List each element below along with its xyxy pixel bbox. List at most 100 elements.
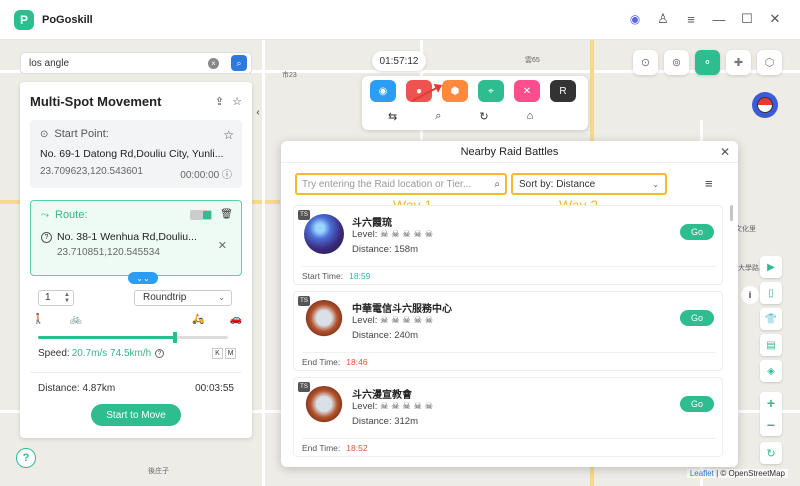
speed-slider-handle[interactable]	[172, 332, 177, 343]
hexagon-icon[interactable]: ⬡	[757, 50, 782, 75]
joystick-icon[interactable]: ✚	[726, 50, 751, 75]
start-to-move-button[interactable]: Start to Move	[91, 404, 181, 426]
unit-k[interactable]: K	[212, 348, 223, 359]
close-icon[interactable]: ✕	[768, 11, 782, 26]
route-mode-icon[interactable]: ⌖	[478, 80, 504, 102]
trash-icon[interactable]: 🗑	[220, 209, 233, 220]
location-pin-icon[interactable]: ⊙	[633, 50, 658, 75]
raid-level: Level: ☠ ☠ ☠ ☠ ☠	[352, 315, 434, 326]
recent-mode-icon[interactable]: R	[550, 80, 576, 102]
zoom-controls: + −	[760, 392, 782, 436]
scooter-icon[interactable]: 🛵	[192, 314, 204, 325]
route-address: No. 38-1 Wenhua Rd,Douliu...	[57, 231, 197, 243]
maximize-icon[interactable]: ☐	[740, 11, 754, 26]
panel-tools: ⇪ ☆	[215, 95, 242, 108]
loop-count-stepper[interactable]: 1 ▲ ▼	[38, 290, 74, 306]
start-address: No. 69-1 Datong Rd,Douliu City, Yunli...	[40, 148, 224, 160]
menu-icon[interactable]: ≡	[684, 12, 698, 27]
walk-icon[interactable]: 🚶	[32, 314, 44, 325]
go-button[interactable]: Go	[680, 396, 714, 412]
speed-readout: Speed: 20.7m/s 74.5km/h ?	[38, 348, 238, 359]
car-icon[interactable]: 🚗	[230, 314, 242, 325]
favorite-icon[interactable]: ☆	[232, 95, 242, 108]
route-card[interactable]: ⤳ Route: 🗑 ? No. 38-1 Wenhua Rd,Douliu..…	[30, 200, 242, 276]
start-time: 00:00:00 ⓘ	[180, 170, 232, 181]
shirt-icon[interactable]: 👕	[760, 308, 782, 330]
sort-select[interactable]: Sort by: Distance ⌄	[511, 173, 667, 195]
raid-list-scrollbar[interactable]	[730, 205, 733, 221]
raid-name: 中華電信斗六服務中心	[352, 304, 452, 315]
ts-badge: TS	[298, 210, 310, 220]
map-label: 後庄子	[148, 468, 169, 475]
distance-row: Distance: 4.87km 00:03:55	[30, 372, 242, 404]
chevron-down-icon: ⌄	[218, 293, 225, 302]
clear-icon[interactable]: ×	[208, 57, 219, 69]
distance-label: Distance: 4.87km	[38, 383, 116, 394]
minimize-icon[interactable]: —	[712, 12, 726, 27]
refresh-icon[interactable]: ↻	[479, 110, 488, 123]
collapse-panel-icon[interactable]: ‹	[253, 104, 263, 120]
leaflet-link[interactable]: Leaflet	[690, 469, 714, 478]
search-raid-icon[interactable]: ⌕	[435, 110, 441, 123]
start-point-card[interactable]: ⊙ Start Point: ☆ No. 69-1 Datong Rd,Doul…	[30, 120, 242, 188]
window-controls: ◉ ♙ ≡ — ☐ ✕	[628, 11, 782, 27]
cooldown-timer: 01:57:12	[372, 51, 426, 71]
sort-order-icon[interactable]: ≡	[705, 176, 713, 191]
star-icon[interactable]: ☆	[223, 128, 234, 142]
side-tools: ▶ ▯ 👕 ▤ ◈	[760, 256, 782, 382]
raid-distance: Distance: 240m	[352, 330, 419, 341]
search-button[interactable]: ⌕	[231, 55, 247, 71]
ts-badge: TS	[298, 382, 310, 392]
play-icon[interactable]: ▶	[760, 256, 782, 278]
info-button[interactable]: i	[741, 286, 759, 304]
map-label: 雲65	[525, 57, 540, 64]
route-icon: ⤳	[41, 209, 49, 221]
magnifier-icon[interactable]: ⌕	[494, 179, 500, 190]
speed-slider[interactable]	[38, 332, 228, 343]
multi-route-icon[interactable]: ⚬	[695, 50, 720, 75]
dialog-close-icon[interactable]: ✕	[720, 145, 730, 159]
pokeball-icon[interactable]	[752, 92, 778, 118]
raid-search: ⌕	[295, 173, 507, 195]
osm-credit: | © OpenStreetMap	[716, 469, 785, 478]
joystick-mode-icon[interactable]: ✕	[514, 80, 540, 102]
share-icon[interactable]: ⇪	[215, 95, 224, 108]
unit-m[interactable]: M	[225, 348, 236, 359]
user-icon[interactable]: ♙	[656, 11, 670, 26]
shuffle-icon[interactable]: ⇆	[388, 110, 397, 123]
discord-icon[interactable]: ◉	[628, 12, 642, 26]
zoom-out-button[interactable]: −	[760, 414, 782, 436]
multi-spot-icon[interactable]: ⊚	[664, 50, 689, 75]
raid-egg-image	[304, 214, 344, 254]
route-toggle[interactable]	[190, 209, 213, 220]
phone-icon[interactable]: ▯	[760, 282, 782, 304]
raid-pokemon-image	[304, 300, 344, 340]
go-button[interactable]: Go	[680, 310, 714, 326]
raid-search-input[interactable]	[302, 178, 482, 190]
help-button[interactable]: ?	[16, 448, 36, 468]
raid-level: Level: ☠ ☠ ☠ ☠ ☠	[352, 401, 434, 412]
raid-list: TS 斗六霞琉 Level: ☠ ☠ ☠ ☠ ☠ Distance: 158m …	[293, 201, 723, 465]
expand-chevron-icon[interactable]: ⌄⌄	[128, 272, 158, 284]
mode-toolbar: ◉ ● ⬢ ⌖ ✕ R ⇆ ⌕ ↻ ⌂	[362, 76, 588, 130]
gym-mode-icon[interactable]: ⬢	[442, 80, 468, 102]
movement-modes: 🚶 🚲 🛵 🚗	[32, 314, 242, 325]
bag-icon[interactable]: ⌂	[527, 110, 534, 123]
raid-item: TS 中華電信斗六服務中心 Level: ☠ ☠ ☠ ☠ ☠ Distance:…	[293, 291, 723, 371]
raid-distance: Distance: 158m	[352, 244, 419, 255]
unit-toggle[interactable]: K M	[212, 348, 236, 359]
go-button[interactable]: Go	[680, 224, 714, 240]
help-icon: ?	[155, 349, 165, 358]
folder-icon[interactable]: ▤	[760, 334, 782, 356]
bike-icon[interactable]: 🚲	[70, 314, 82, 325]
route-mode-select[interactable]: Roundtrip ⌄	[134, 290, 232, 306]
locate-refresh-icon[interactable]: ↻	[760, 442, 782, 464]
speed-value: 20.7m/s 74.5km/h	[71, 348, 152, 359]
compass-icon[interactable]: ◈	[760, 360, 782, 382]
map-label: 市23	[282, 72, 297, 79]
zoom-in-button[interactable]: +	[760, 392, 782, 414]
ts-badge: TS	[298, 296, 310, 306]
teleport-mode-icon[interactable]: ◉	[370, 80, 396, 102]
remove-route-icon[interactable]: ✕	[218, 239, 227, 252]
location-search-input[interactable]	[29, 57, 199, 69]
